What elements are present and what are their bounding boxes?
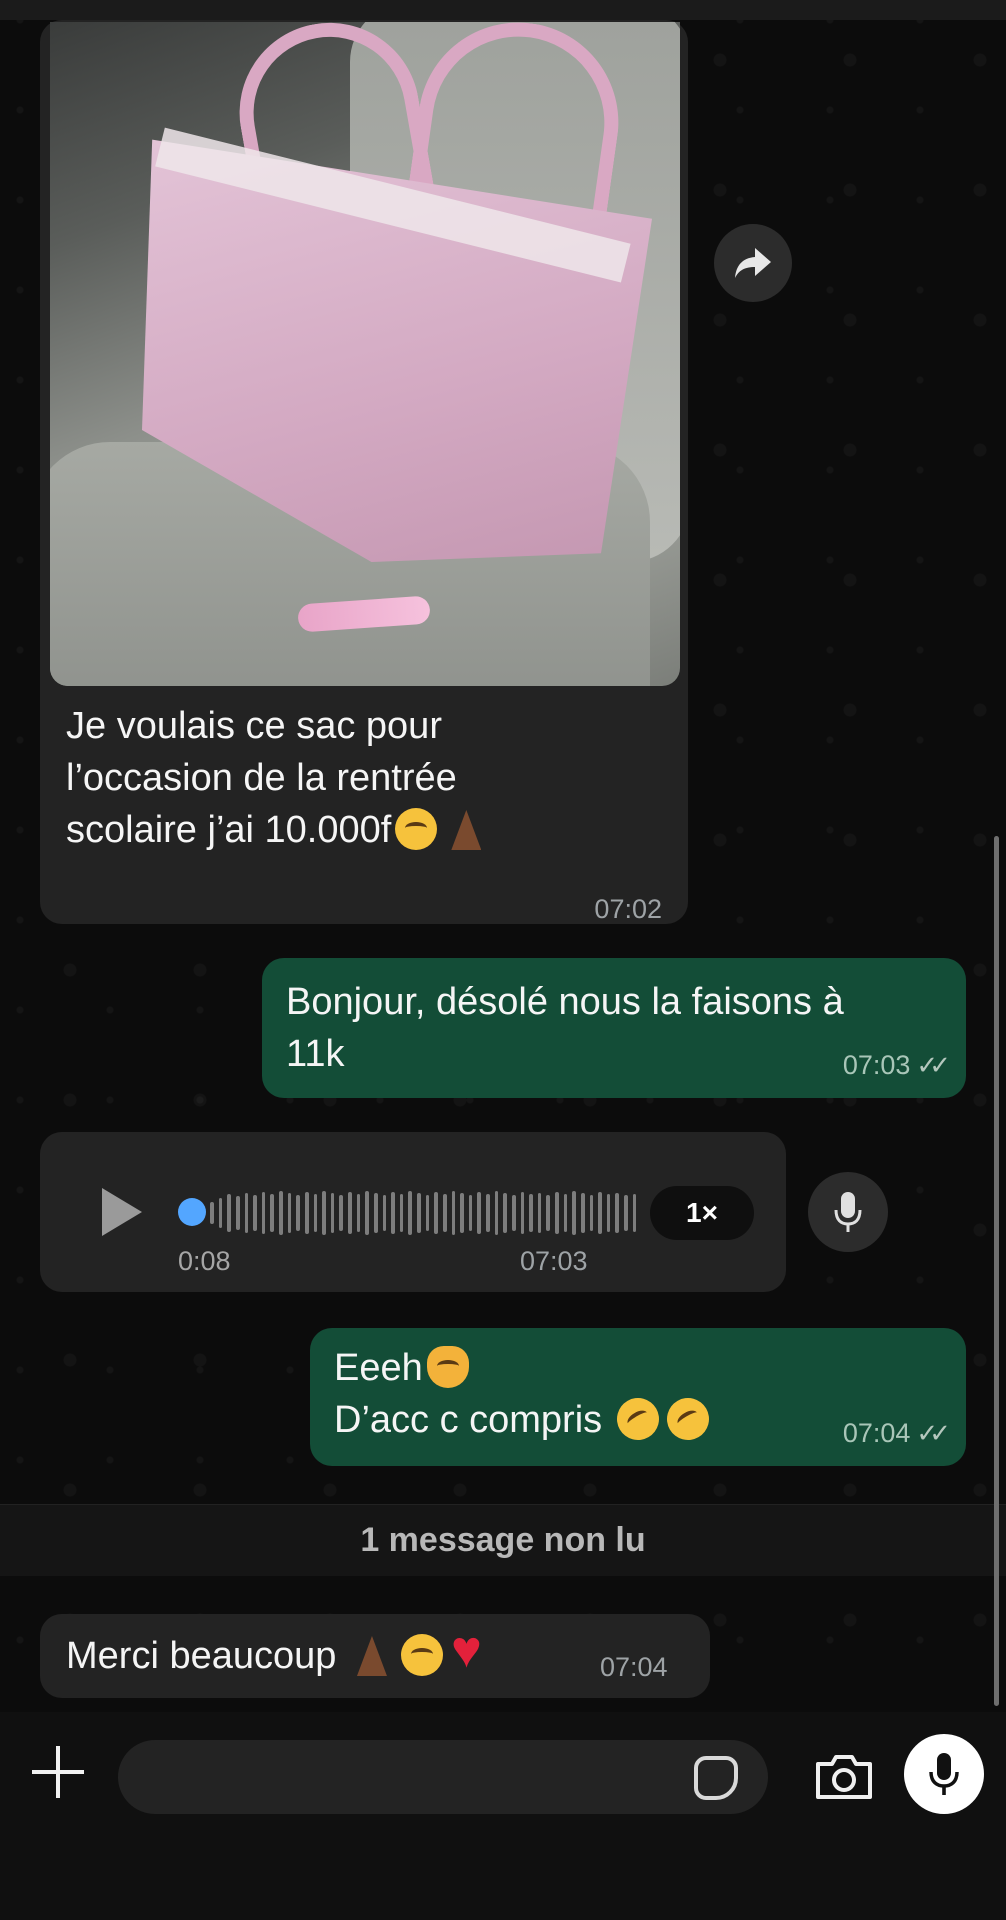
- message-time-status: 07:04 ✓✓: [842, 1418, 951, 1449]
- waveform-bar: [494, 1191, 499, 1235]
- waveform-bar: [486, 1194, 490, 1232]
- waveform-bar: [244, 1193, 249, 1233]
- waveform-bar: [313, 1194, 318, 1232]
- waveform-bar: [434, 1192, 438, 1234]
- waveform-bar: [373, 1193, 378, 1233]
- waveform-bar: [210, 1202, 214, 1224]
- top-strip: [0, 0, 1006, 20]
- waveform-bar: [460, 1193, 464, 1233]
- waveform-bar: [451, 1191, 456, 1235]
- bag-photo[interactable]: [50, 22, 680, 686]
- waveform-bar: [442, 1194, 447, 1232]
- unread-divider: 1 message non lu: [0, 1504, 1006, 1576]
- waveform-bar: [417, 1193, 421, 1233]
- waveform-bar: [589, 1195, 594, 1231]
- waveform-bar: [218, 1198, 223, 1228]
- message-text: Eeeh: [334, 1347, 423, 1389]
- cat-tears-of-joy-emoji: [426, 1346, 469, 1388]
- message-line-1: Eeeh: [334, 1342, 942, 1394]
- message-time: 07:02: [594, 894, 662, 924]
- waveform-bar: [511, 1195, 516, 1231]
- waveform-bar: [235, 1196, 240, 1230]
- message-time: 07:04: [600, 1652, 668, 1682]
- voice-message-bubble: 0:08 07:03 1×: [40, 1132, 786, 1292]
- image-caption: Je voulais ce sac pour l’occasion de la …: [66, 700, 666, 856]
- waveform-bar: [330, 1193, 335, 1233]
- waveform-bar: [399, 1194, 404, 1232]
- waveform-bar: [598, 1192, 602, 1234]
- waveform-bar: [546, 1195, 550, 1231]
- waveform-bar: [287, 1193, 292, 1233]
- waveform-bar: [356, 1194, 361, 1232]
- waveform-bar: [520, 1192, 525, 1234]
- sticker-icon[interactable]: [694, 1756, 738, 1800]
- message-text: D’acc c compris: [334, 1399, 603, 1441]
- waveform-bar: [382, 1195, 387, 1231]
- waveform-bar: [279, 1191, 283, 1235]
- waveform-bar: [304, 1192, 309, 1234]
- scrollbar[interactable]: [994, 836, 999, 1706]
- waveform-bar: [425, 1195, 430, 1231]
- folded-hands-emoji: [445, 808, 487, 850]
- waveform-bar: [580, 1193, 585, 1233]
- plus-icon[interactable]: [30, 1744, 86, 1800]
- microphone-icon: [929, 1753, 959, 1795]
- waveform-bar: [365, 1191, 369, 1235]
- waveform-bar: [572, 1191, 576, 1235]
- read-ticks-icon: ✓✓: [916, 1050, 950, 1080]
- loudly-crying-emoji: [400, 1634, 443, 1676]
- pleading-face-emoji: [395, 808, 438, 850]
- camera-icon[interactable]: [814, 1754, 874, 1800]
- voice-progress-handle[interactable]: [178, 1198, 206, 1226]
- playback-speed-button[interactable]: 1×: [650, 1186, 754, 1240]
- waveform-bar: [296, 1195, 300, 1231]
- forward-button[interactable]: [714, 224, 792, 302]
- message-text: Merci beaucoup: [66, 1635, 337, 1677]
- waveform-bar: [615, 1193, 619, 1233]
- voice-duration: 0:08: [178, 1246, 231, 1276]
- microphone-icon: [834, 1192, 862, 1232]
- waveform-bar: [555, 1192, 559, 1234]
- incoming-message-bubble[interactable]: Merci beaucoup 07:04: [40, 1614, 710, 1698]
- waveform-bar: [253, 1195, 257, 1231]
- chat-area: Je voulais ce sac pour l’occasion de la …: [0, 0, 1006, 1712]
- red-heart-emoji: [451, 1624, 493, 1676]
- message-input[interactable]: [118, 1740, 768, 1814]
- waveform-bar: [529, 1194, 533, 1232]
- waveform-bar: [624, 1195, 628, 1231]
- waveform-bar: [348, 1192, 352, 1234]
- message-time: 07:03: [842, 1050, 911, 1080]
- waveform-bar: [227, 1194, 231, 1232]
- outgoing-message-bubble[interactable]: Eeeh D’acc c compris 07:04 ✓✓: [310, 1328, 966, 1466]
- message-time: 07:04: [842, 1418, 911, 1448]
- image-message-bubble[interactable]: Je voulais ce sac pour l’occasion de la …: [40, 20, 688, 924]
- waveform-bar: [632, 1194, 637, 1232]
- message-time: 07:03: [520, 1246, 588, 1276]
- record-voice-button[interactable]: [904, 1734, 984, 1814]
- voice-waveform[interactable]: [210, 1190, 637, 1236]
- message-line: Merci beaucoup: [66, 1624, 684, 1682]
- read-ticks-icon: ✓✓: [916, 1418, 950, 1448]
- waveform-bar: [477, 1192, 481, 1234]
- waveform-bar: [391, 1192, 395, 1234]
- waveform-bar: [503, 1193, 507, 1233]
- waveform-bar: [563, 1194, 568, 1232]
- waveform-bar: [270, 1194, 274, 1232]
- outgoing-message-bubble[interactable]: Bonjour, désolé nous la faisons à 11k 07…: [262, 958, 966, 1098]
- waveform-bar: [261, 1192, 266, 1234]
- waveform-bar: [408, 1191, 412, 1235]
- forward-arrow-icon: [735, 248, 771, 278]
- rofl-emoji: [659, 1390, 717, 1448]
- waveform-bar: [339, 1195, 343, 1231]
- waveform-bar: [537, 1193, 542, 1233]
- waveform-bar: [468, 1195, 473, 1231]
- play-icon[interactable]: [102, 1188, 142, 1236]
- voice-note-mic-badge: [808, 1172, 888, 1252]
- waveform-bar: [322, 1191, 326, 1235]
- waveform-bar: [606, 1194, 611, 1232]
- rofl-emoji: [609, 1390, 667, 1448]
- folded-hands-emoji: [351, 1634, 393, 1676]
- message-time-status: 07:03 ✓✓: [842, 1050, 951, 1081]
